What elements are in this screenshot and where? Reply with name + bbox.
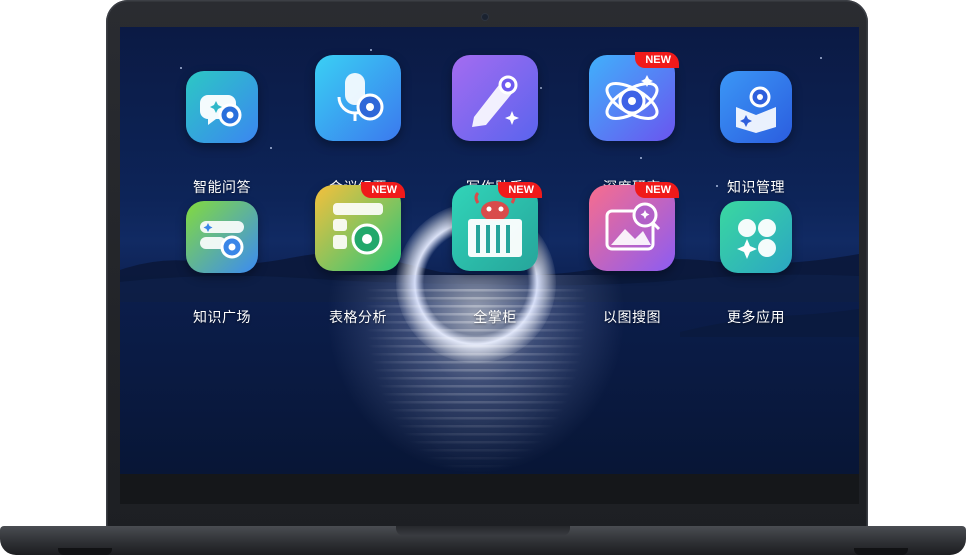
book-icon [736, 86, 776, 133]
star [180, 67, 182, 69]
app-tile[interactable] [452, 55, 538, 141]
app-image-search[interactable]: NEW 以图搜图 [582, 182, 682, 326]
app-tile[interactable]: NEW [452, 182, 542, 271]
pen-icon [472, 75, 519, 127]
app-more-apps[interactable]: 更多应用 [706, 200, 806, 326]
app-label: 全掌柜 [473, 310, 517, 326]
app-tile[interactable]: NEW [589, 182, 679, 271]
laptop-notch [396, 526, 570, 536]
new-badge: NEW [498, 182, 542, 198]
screen: 智能问答 会议纪要 [120, 27, 859, 474]
app-tile[interactable] [720, 201, 792, 273]
app-tile[interactable]: NEW [589, 52, 679, 141]
app-tile[interactable]: NEW [315, 182, 405, 271]
app-knowledge-square[interactable]: 知识广场 [172, 200, 272, 326]
app-tile[interactable] [186, 201, 258, 273]
star [370, 49, 372, 51]
app-tile[interactable] [720, 71, 792, 143]
laptop-foot [58, 548, 112, 555]
app-smart-qa[interactable]: 智能问答 [172, 70, 272, 196]
new-badge: NEW [635, 182, 679, 198]
app-knowledge-management[interactable]: 知识管理 [706, 70, 806, 196]
screen-bezel [120, 474, 859, 504]
app-label: 智能问答 [193, 180, 251, 196]
app-label: 知识管理 [727, 180, 785, 196]
new-badge: NEW [635, 52, 679, 68]
app-tile[interactable] [315, 55, 401, 141]
app-meeting-minutes[interactable]: 会议纪要 [308, 55, 408, 196]
laptop-mockup: 智能问答 会议纪要 [0, 0, 966, 555]
camera-icon [482, 14, 488, 20]
app-label: 知识广场 [193, 310, 251, 326]
app-label: 更多应用 [727, 310, 785, 326]
app-label: 以图搜图 [603, 310, 661, 326]
microphone-icon [337, 73, 384, 121]
app-table-analysis[interactable]: NEW 表格分析 [308, 182, 408, 326]
new-badge: NEW [361, 182, 405, 198]
app-tile[interactable] [186, 71, 258, 143]
grid-apps-icon [737, 219, 776, 259]
chat-bubble-icon [200, 95, 242, 127]
knowledge-square-icon [200, 221, 244, 259]
laptop-foot [854, 548, 908, 555]
app-deep-research[interactable]: NEW 深度研究 [582, 52, 682, 196]
star [820, 57, 822, 59]
app-cabinet[interactable]: NEW 全掌柜 [445, 182, 545, 326]
app-label: 表格分析 [329, 310, 387, 326]
app-writing-assistant[interactable]: 写作助手 [445, 55, 545, 196]
